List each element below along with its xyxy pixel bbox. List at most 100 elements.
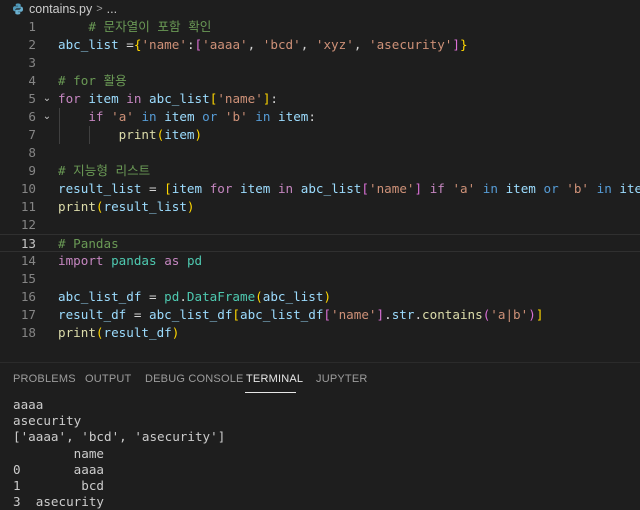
code-token: . [384,307,392,322]
line-number: 13 [20,236,36,251]
code-token: 'name' [217,91,263,106]
line-number: 2 [28,37,36,52]
code-token: as [164,253,180,268]
code-text: print(result_df) [58,324,179,342]
breadcrumb-file[interactable]: contains.py [29,2,92,16]
breadcrumb-more[interactable]: ... [107,2,117,16]
code-line[interactable]: 3 [0,54,640,72]
code-token: [ [361,181,369,196]
code-line[interactable]: 14 import pandas as pd [0,252,640,270]
tab-problems[interactable]: PROBLEMS [13,373,76,385]
code-editor[interactable]: 1 # 문자열이 포함 확인 2 abc_list ={'name':['aaaa'… [0,18,640,362]
code-token: 'bcd' [262,37,301,52]
code-token: 'a|b' [490,307,529,322]
code-token: ( [95,325,104,340]
tab-output[interactable]: OUTPUT [85,373,131,385]
code-line[interactable]: 1 # 문자열이 포함 확인 [0,18,640,36]
tab-jupyter[interactable]: JUPYTER [316,373,368,385]
code-token: [ [164,181,172,196]
code-line[interactable]: 5 ⌄ for item in abc_list['name']: [0,90,640,108]
code-token: print [118,127,157,142]
code-token: . [414,307,423,322]
code-text: abc_list_df = pd.DataFrame(abc_list) [58,288,331,306]
code-token: # for 활용 [58,73,127,88]
code-token: DataFrame [186,289,256,304]
code-token: in [482,181,498,196]
code-text: # 지능형 리스트 [58,162,150,180]
line-number: 4 [28,73,36,88]
code-token: item [164,127,195,142]
code-text: import pandas as pd [58,252,202,270]
code-line[interactable]: 8 [0,144,640,162]
code-token: for [209,181,233,196]
code-line[interactable]: 2 abc_list ={'name':['aaaa', 'bcd', 'xyz'… [0,36,640,54]
tab-terminal[interactable]: TERMINAL [246,373,303,385]
terminal-line: name [13,445,104,461]
indent-guide [89,126,90,144]
code-token: result_df [58,307,127,322]
code-text: for item in abc_list['name']: [58,90,278,108]
code-token: 'b' [566,181,590,196]
code-line[interactable]: 16 abc_list_df = pd.DataFrame(abc_list) [0,288,640,306]
code-token: import [58,253,104,268]
code-token: } [459,37,468,52]
code-token: ] [535,307,544,322]
code-token: = [141,181,165,196]
terminal-output[interactable]: aaaa asecurity ['aaaa', 'bcd', 'asecurity'… [0,397,640,509]
code-line[interactable]: 6 ⌄ if 'a' in item or 'b' in item: [0,108,640,126]
code-token: item [278,109,309,124]
fold-chevron-icon[interactable]: ⌄ [41,90,53,108]
tab-debug-console[interactable]: DEBUG CONSOLE [145,373,244,385]
line-number: 15 [20,271,36,286]
code-token: 'b' [224,109,248,124]
code-text: # for 활용 [58,72,127,90]
code-token: 'a' [452,181,476,196]
code-line[interactable]: 9 # 지능형 리스트 [0,162,640,180]
code-token: [ [232,307,240,322]
code-line[interactable]: 10 result_list = [item for item in abc_li… [0,180,640,198]
code-token: ) [171,325,180,340]
code-token: if [429,181,445,196]
code-token: result_list [58,181,142,196]
code-line[interactable]: 18 print(result_df) [0,324,640,342]
code-line[interactable]: 12 [0,216,640,234]
code-token: item [88,91,119,106]
line-number: 17 [20,307,36,322]
code-token: 'asecurity' [368,37,453,52]
code-token: item [505,181,536,196]
code-line[interactable]: 13 # Pandas [0,234,640,252]
terminal-line: 0 aaaa [13,461,104,477]
code-token: print [58,199,96,214]
code-token: abc_list [58,37,119,52]
code-token: ] [452,37,460,52]
code-token: = [118,37,134,52]
code-token: for [58,91,81,106]
code-line[interactable]: 7 print(item) [0,126,640,144]
code-token: item [240,181,271,196]
line-number: 18 [20,325,36,340]
code-token: ) [186,199,195,214]
code-token: abc_list_df [149,307,233,322]
panel-tab-bar: PROBLEMS OUTPUT DEBUG CONSOLE TERMINAL J… [0,363,640,395]
code-token: 'a' [111,109,134,124]
fold-chevron-icon[interactable]: ⌄ [41,108,53,126]
code-token: ( [95,199,104,214]
code-line[interactable]: 15 [0,270,640,288]
line-number: 9 [28,163,36,178]
code-line[interactable]: 4 # for 활용 [0,72,640,90]
code-line[interactable]: 11 print(result_list) [0,198,640,216]
code-token: 'aaaa' [202,37,248,52]
code-token: or [202,109,218,124]
code-line[interactable]: 17 result_df = abc_list_df[abc_list_df['n… [0,306,640,324]
